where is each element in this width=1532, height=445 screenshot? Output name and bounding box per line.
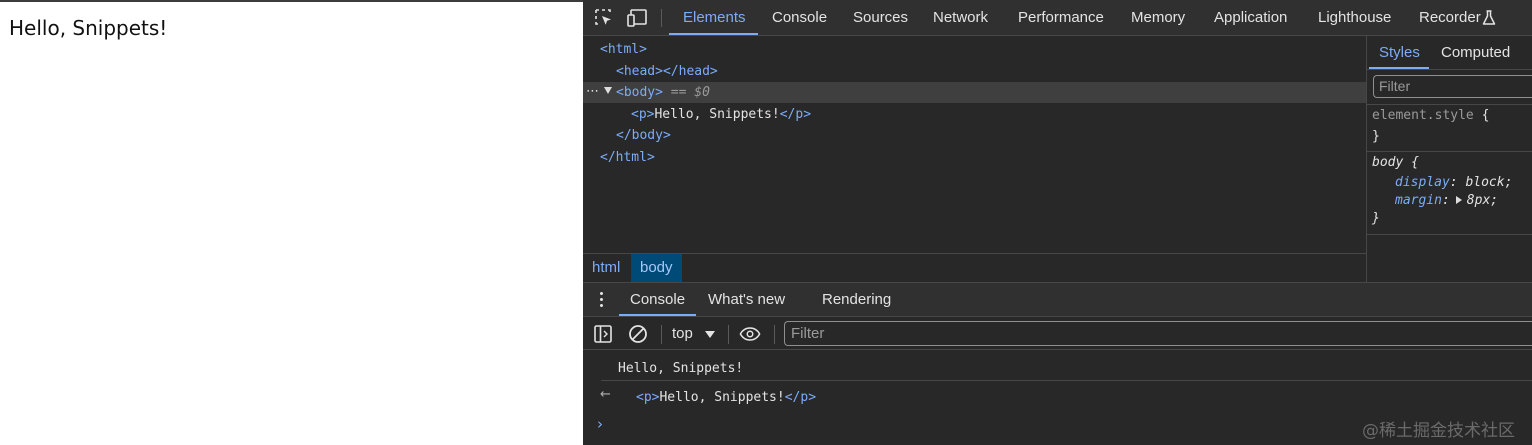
active-tab-indicator <box>669 33 758 35</box>
element-picker-icon[interactable] <box>593 8 615 28</box>
console-return-value[interactable]: <p>Hello, Snippets!</p> <box>636 388 816 408</box>
rule-body: body { display: block; margin: 8px; } <box>1367 151 1532 234</box>
flask-icon <box>1482 10 1496 26</box>
tab-application[interactable]: Application <box>1214 0 1287 36</box>
drawer-tab-console[interactable]: Console <box>630 283 685 317</box>
console-output: Hello, Snippets! ← <p>Hello, Snippets!</… <box>583 351 1532 445</box>
css-property-margin[interactable]: margin: 8px; <box>1395 191 1498 211</box>
tab-sources[interactable]: Sources <box>853 0 908 36</box>
tree-node-p[interactable]: <p>Hello, Snippets!</p> <box>631 104 811 126</box>
drawer-tab-indicator <box>619 314 696 316</box>
styles-filter-input[interactable]: Filter <box>1373 75 1532 98</box>
drawer-tab-whats-new[interactable]: What's new <box>708 283 785 317</box>
clear-console-icon[interactable] <box>627 323 649 345</box>
devtools-toolbar: Elements Console Sources Network Perform… <box>583 0 1532 36</box>
devtools-panel: Elements Console Sources Network Perform… <box>583 0 1532 445</box>
tab-console[interactable]: Console <box>772 0 827 36</box>
tab-network[interactable]: Network <box>933 0 988 36</box>
context-selector[interactable]: top <box>672 318 693 350</box>
styles-tabs: Styles Computed <box>1367 36 1532 70</box>
tree-node-html[interactable]: <html> <box>600 39 647 61</box>
rule-element-style: element.style { } <box>1367 104 1532 151</box>
tree-node-head[interactable]: <head></head> <box>616 61 718 83</box>
console-toolbar: top Filter <box>583 318 1532 350</box>
tab-computed[interactable]: Computed <box>1441 36 1510 70</box>
styles-pane: Styles Computed Filter element.style { }… <box>1366 36 1532 282</box>
expand-triangle-icon[interactable] <box>1455 196 1462 204</box>
tab-styles[interactable]: Styles <box>1379 36 1420 70</box>
tab-memory[interactable]: Memory <box>1131 0 1185 36</box>
css-property-display[interactable]: display: block; <box>1395 173 1512 193</box>
return-value-icon: ← <box>600 387 611 402</box>
tree-node-body[interactable]: <body> == $0 <box>616 82 710 104</box>
breadcrumb-html[interactable]: html <box>583 254 629 282</box>
console-log-message: Hello, Snippets! <box>618 361 744 376</box>
device-toolbar-icon[interactable] <box>627 8 649 28</box>
tree-node-body-close[interactable]: </body> <box>616 125 671 147</box>
console-prompt[interactable]: › <box>597 415 603 433</box>
watermark: @稀土掘金技术社区 <box>1362 421 1515 441</box>
toolbar-separator <box>661 9 662 27</box>
tab-performance[interactable]: Performance <box>1018 0 1104 36</box>
tab-elements[interactable]: Elements <box>683 0 746 36</box>
tab-lighthouse[interactable]: Lighthouse <box>1318 0 1391 36</box>
drawer-tab-rendering[interactable]: Rendering <box>822 283 891 317</box>
node-actions-icon[interactable]: ⋯ <box>586 82 599 103</box>
more-options-icon[interactable] <box>600 292 604 308</box>
chevron-down-icon[interactable] <box>705 331 715 338</box>
collapse-triangle-icon[interactable] <box>604 87 612 94</box>
eye-icon[interactable] <box>739 323 761 345</box>
tab-recorder[interactable]: Recorder <box>1419 0 1481 36</box>
breadcrumb-body[interactable]: body <box>631 254 682 282</box>
breadcrumb: html body <box>583 253 1366 282</box>
drawer-tabs: Console What's new Rendering <box>583 282 1532 317</box>
console-filter-input[interactable]: Filter <box>784 321 1532 346</box>
page-viewport: Hello, Snippets! <box>0 0 583 445</box>
rule-divider <box>1367 234 1532 235</box>
elements-tree: ⋯ <html> <head></head> <body> == $0 <p>H… <box>583 36 1366 252</box>
page-paragraph: Hello, Snippets! <box>9 16 168 40</box>
sidebar-toggle-icon[interactable] <box>592 323 614 345</box>
styles-tab-indicator <box>1369 67 1429 69</box>
tree-node-html-close[interactable]: </html> <box>600 147 655 169</box>
